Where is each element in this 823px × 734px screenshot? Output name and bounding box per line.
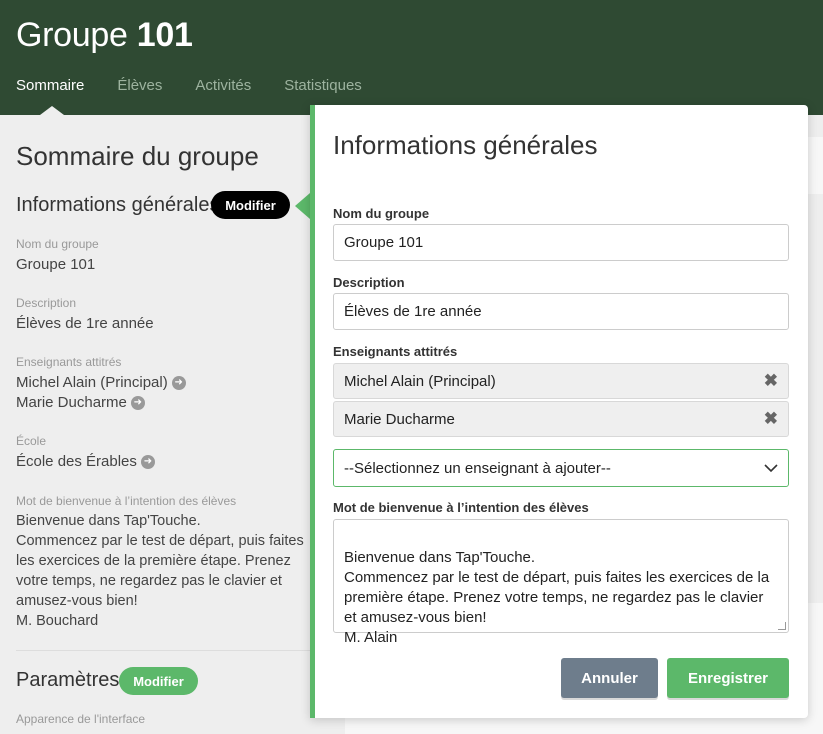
chevron-down-icon [764, 460, 778, 477]
tab-activites[interactable]: Activités [195, 77, 251, 94]
arrow-right-circle-icon[interactable]: ➜ [171, 376, 186, 391]
remove-teacher-icon[interactable]: ✖ [764, 371, 778, 391]
teacher-name: Michel Alain (Principal) [16, 374, 168, 391]
teacher-chip-label: Marie Ducharme [344, 410, 455, 428]
description-input[interactable]: Élèves de 1re année [333, 293, 789, 330]
group-title: Groupe 101 [16, 16, 193, 55]
group-name-label: Nom du groupe [16, 237, 99, 251]
edit-general-info-button[interactable]: Modifier [211, 191, 290, 219]
arrow-right-circle-icon[interactable]: ➜ [140, 455, 155, 470]
edit-settings-button[interactable]: Modifier [119, 667, 198, 695]
teacher-item: Marie Ducharme ➜ [16, 394, 145, 411]
description-label: Description [16, 296, 77, 310]
group-name-field-label: Nom du groupe [333, 206, 430, 221]
cancel-button[interactable]: Annuler [561, 658, 658, 698]
school-item: École des Érables ➜ [16, 453, 155, 470]
general-info-heading: Informations générales [16, 194, 220, 216]
interface-label: Apparence de l'interface [16, 712, 146, 726]
description-value: Élèves de 1re année [16, 315, 154, 332]
group-name-input[interactable]: Groupe 101 [333, 224, 789, 261]
group-title-number: 101 [136, 16, 193, 54]
add-teacher-select-value: --Sélectionnez un enseignant à ajouter-- [344, 459, 611, 477]
welcome-textarea[interactable]: Bienvenue dans Tap'Touche. Commencez par… [333, 519, 789, 646]
modal-title: Informations générales [333, 130, 598, 160]
description-field-label: Description [333, 275, 405, 290]
group-name-value: Groupe 101 [16, 256, 96, 273]
teacher-item: Michel Alain (Principal) ➜ [16, 374, 186, 391]
welcome-field-label: Mot de bienvenue à l’intention des élève… [333, 500, 589, 515]
teachers-field-label: Enseignants attitrés [333, 344, 458, 359]
summary-title: Sommaire du groupe [16, 141, 259, 171]
school-value: École des Érables [16, 453, 137, 470]
modal-pointer [295, 193, 310, 219]
resize-grip-icon[interactable] [778, 622, 786, 630]
tab-sommaire[interactable]: Sommaire [16, 77, 84, 94]
teacher-chip: Michel Alain (Principal) ✖ [333, 363, 789, 399]
tab-eleves[interactable]: Élèves [117, 77, 162, 94]
remove-teacher-icon[interactable]: ✖ [764, 409, 778, 429]
group-title-prefix: Groupe [16, 16, 128, 54]
section-divider [16, 650, 316, 651]
teacher-chip-label: Michel Alain (Principal) [344, 372, 496, 390]
welcome-value: Bienvenue dans Tap'Touche. Commencez par… [16, 513, 304, 629]
welcome-textarea-text: Bienvenue dans Tap'Touche. Commencez par… [344, 549, 770, 646]
welcome-label: Mot de bienvenue à l’intention des élève… [16, 494, 237, 508]
teachers-label: Enseignants attitrés [16, 355, 122, 369]
tab-statistiques[interactable]: Statistiques [284, 77, 362, 94]
arrow-right-circle-icon[interactable]: ➜ [130, 396, 145, 411]
add-teacher-select[interactable]: --Sélectionnez un enseignant à ajouter-- [333, 449, 789, 487]
tab-bar: Sommaire Élèves Activités Statistiques [16, 77, 395, 94]
active-tab-caret [40, 106, 64, 115]
teacher-chip: Marie Ducharme ✖ [333, 401, 789, 437]
save-button[interactable]: Enregistrer [667, 658, 789, 698]
settings-heading: Paramètres [16, 669, 120, 691]
app-header: Groupe 101 Sommaire Élèves Activités Sta… [0, 0, 823, 115]
teacher-name: Marie Ducharme [16, 394, 127, 411]
school-label: École [16, 434, 47, 448]
